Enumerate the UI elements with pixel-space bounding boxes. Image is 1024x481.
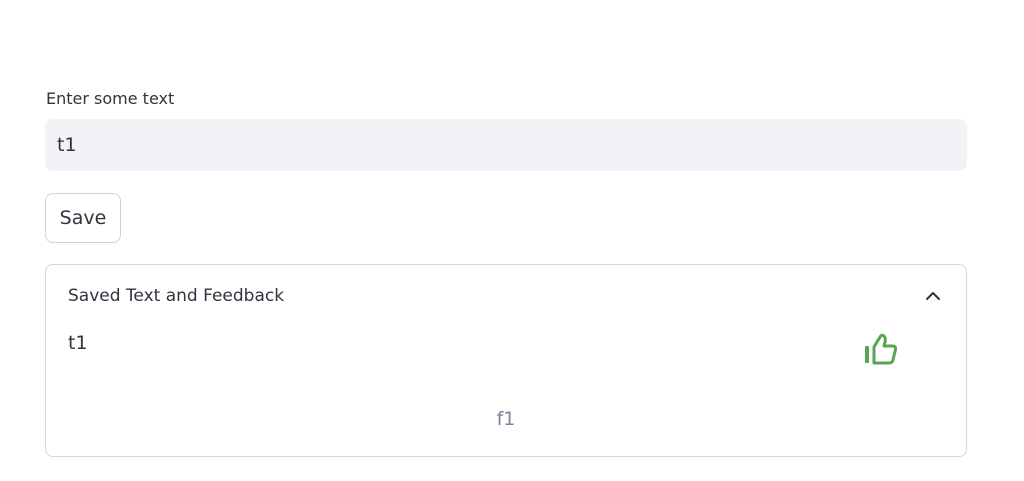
expander-title: Saved Text and Feedback <box>68 286 285 306</box>
save-button[interactable]: Save <box>45 193 121 243</box>
text-input-label: Enter some text <box>46 89 175 108</box>
expander-header[interactable]: Saved Text and Feedback <box>46 265 966 327</box>
feedback-value: f1 <box>496 408 516 430</box>
saved-text-value: t1 <box>68 332 88 354</box>
saved-text-expander: Saved Text and Feedback t1 f1 <box>45 264 967 457</box>
page: Enter some text Save Saved Text and Feed… <box>0 0 1024 481</box>
text-input[interactable] <box>45 119 967 171</box>
thumbs-up-icon[interactable] <box>862 331 900 367</box>
chevron-up-icon <box>926 292 940 300</box>
